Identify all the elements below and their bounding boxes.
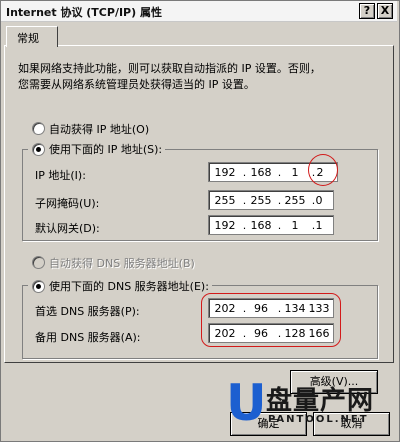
auto-dns-label: 自动获得 DNS 服务器地址(B) [49, 257, 195, 270]
intro-text-line-1: 如果网络支持此功能，则可以获取自动指派的 IP 设置。否则， [18, 62, 321, 75]
manual-dns-radio[interactable] [32, 280, 45, 293]
ip-address-label: IP 地址(I): [35, 169, 86, 182]
ip-octet-2: 168 [250, 166, 272, 179]
manual-ip-legend: 使用下面的 IP 地址(S): [28, 141, 166, 157]
manual-ip-radio[interactable] [32, 143, 45, 156]
advanced-button[interactable]: 高级(V)... [290, 370, 378, 394]
ip-octet-3: 1 [291, 166, 299, 179]
tab-general-label: 常规 [17, 32, 39, 45]
auto-ip-label: 自动获得 IP 地址(O) [49, 123, 150, 136]
default-gateway-label: 默认网关(D): [35, 222, 100, 235]
title-bar: Internet 协议 (TCP/IP) 属性 ? X [1, 1, 397, 22]
window-title: Internet 协议 (TCP/IP) 属性 [6, 6, 162, 19]
default-gateway-field[interactable]: 192 . 168 . 1 . 1 [208, 215, 334, 235]
manual-dns-label: 使用下面的 DNS 服务器地址(E): [49, 280, 209, 293]
gateway-octet-1: 192 [214, 219, 236, 232]
ok-button[interactable]: 确定 [230, 412, 307, 436]
ip-octet-1: 192 [214, 166, 236, 179]
manual-ip-label: 使用下面的 IP 地址(S): [49, 143, 163, 156]
annotation-rectangle [201, 293, 341, 347]
mask-octet-2: 255 [250, 194, 272, 207]
gateway-octet-2: 168 [250, 219, 272, 232]
annotation-circle [308, 154, 338, 186]
auto-ip-radio[interactable] [32, 122, 45, 135]
help-button[interactable]: ? [359, 3, 375, 19]
mask-octet-1: 255 [214, 194, 236, 207]
manual-dns-legend: 使用下面的 DNS 服务器地址(E): [28, 278, 212, 294]
alternate-dns-label: 备用 DNS 服务器(A): [35, 331, 141, 344]
intro-text-line-2: 您需要从网络系统管理员处获得适当的 IP 设置。 [18, 78, 255, 91]
auto-dns-radio[interactable] [32, 256, 45, 269]
preferred-dns-label: 首选 DNS 服务器(P): [35, 305, 140, 318]
subnet-mask-label: 子网掩码(U): [35, 197, 100, 210]
gateway-octet-4: 1 [315, 219, 323, 232]
mask-octet-4: 0 [315, 194, 323, 207]
tab-general[interactable]: 常规 [6, 26, 58, 47]
subnet-mask-field[interactable]: 255 . 255 . 255 . 0 [208, 190, 334, 210]
cancel-button[interactable]: 取消 [313, 412, 390, 436]
close-button[interactable]: X [377, 3, 393, 19]
